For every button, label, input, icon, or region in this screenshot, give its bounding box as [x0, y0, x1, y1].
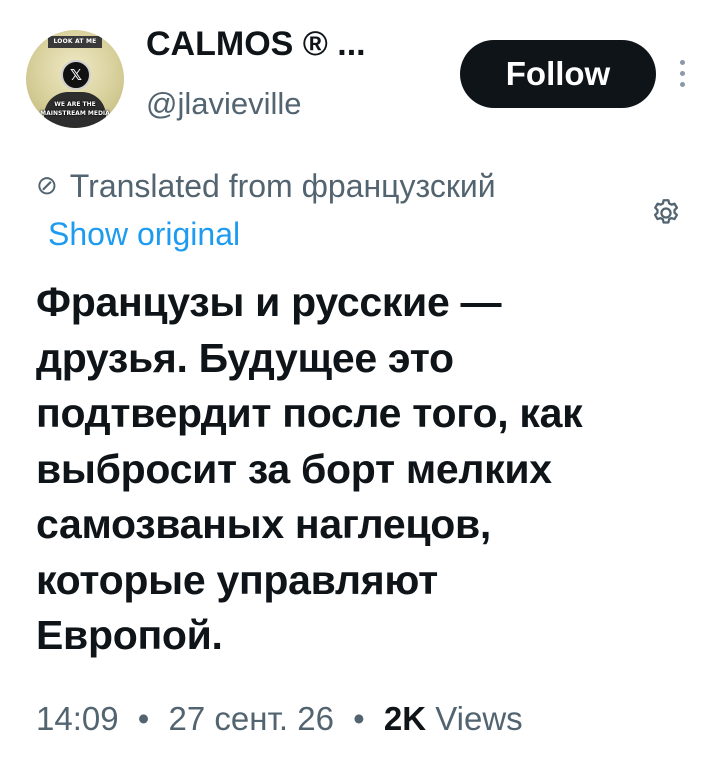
- translation-notice: ⊘ Translated from французский: [36, 166, 496, 206]
- tweet-meta: 14:09 • 27 сент. 26 • 2K Views: [36, 696, 523, 742]
- avatar-bottom-caption: WE ARE THE MAINSTREAM MEDIA: [40, 101, 110, 117]
- username-handle[interactable]: @jlavieville: [146, 86, 302, 122]
- translate-icon: ⊘: [36, 171, 58, 201]
- more-vertical-icon[interactable]: [670, 52, 694, 96]
- views-label: Views: [435, 700, 523, 737]
- meta-separator: •: [353, 700, 365, 737]
- translation-label: Translated from французский: [69, 168, 496, 204]
- display-name[interactable]: CALMOS ® ...: [146, 24, 366, 64]
- meta-separator: •: [137, 700, 150, 737]
- avatar[interactable]: LOOK AT ME 𝕏 WE ARE THE MAINSTREAM MEDIA: [26, 30, 124, 128]
- x-logo-icon: 𝕏: [61, 60, 91, 90]
- tweet-text: Французы и русские — друзья. Будущее это…: [36, 279, 583, 658]
- show-original-link[interactable]: Show original: [48, 214, 240, 254]
- avatar-top-caption: LOOK AT ME: [48, 36, 102, 48]
- tweet-time[interactable]: 14:09: [36, 700, 119, 737]
- views-count[interactable]: 2K: [384, 700, 426, 737]
- tweet: LOOK AT ME 𝕏 WE ARE THE MAINSTREAM MEDIA…: [0, 0, 723, 768]
- follow-button[interactable]: Follow: [460, 40, 656, 108]
- gear-icon[interactable]: [649, 196, 683, 230]
- tweet-date[interactable]: 27 сент. 26: [169, 700, 334, 737]
